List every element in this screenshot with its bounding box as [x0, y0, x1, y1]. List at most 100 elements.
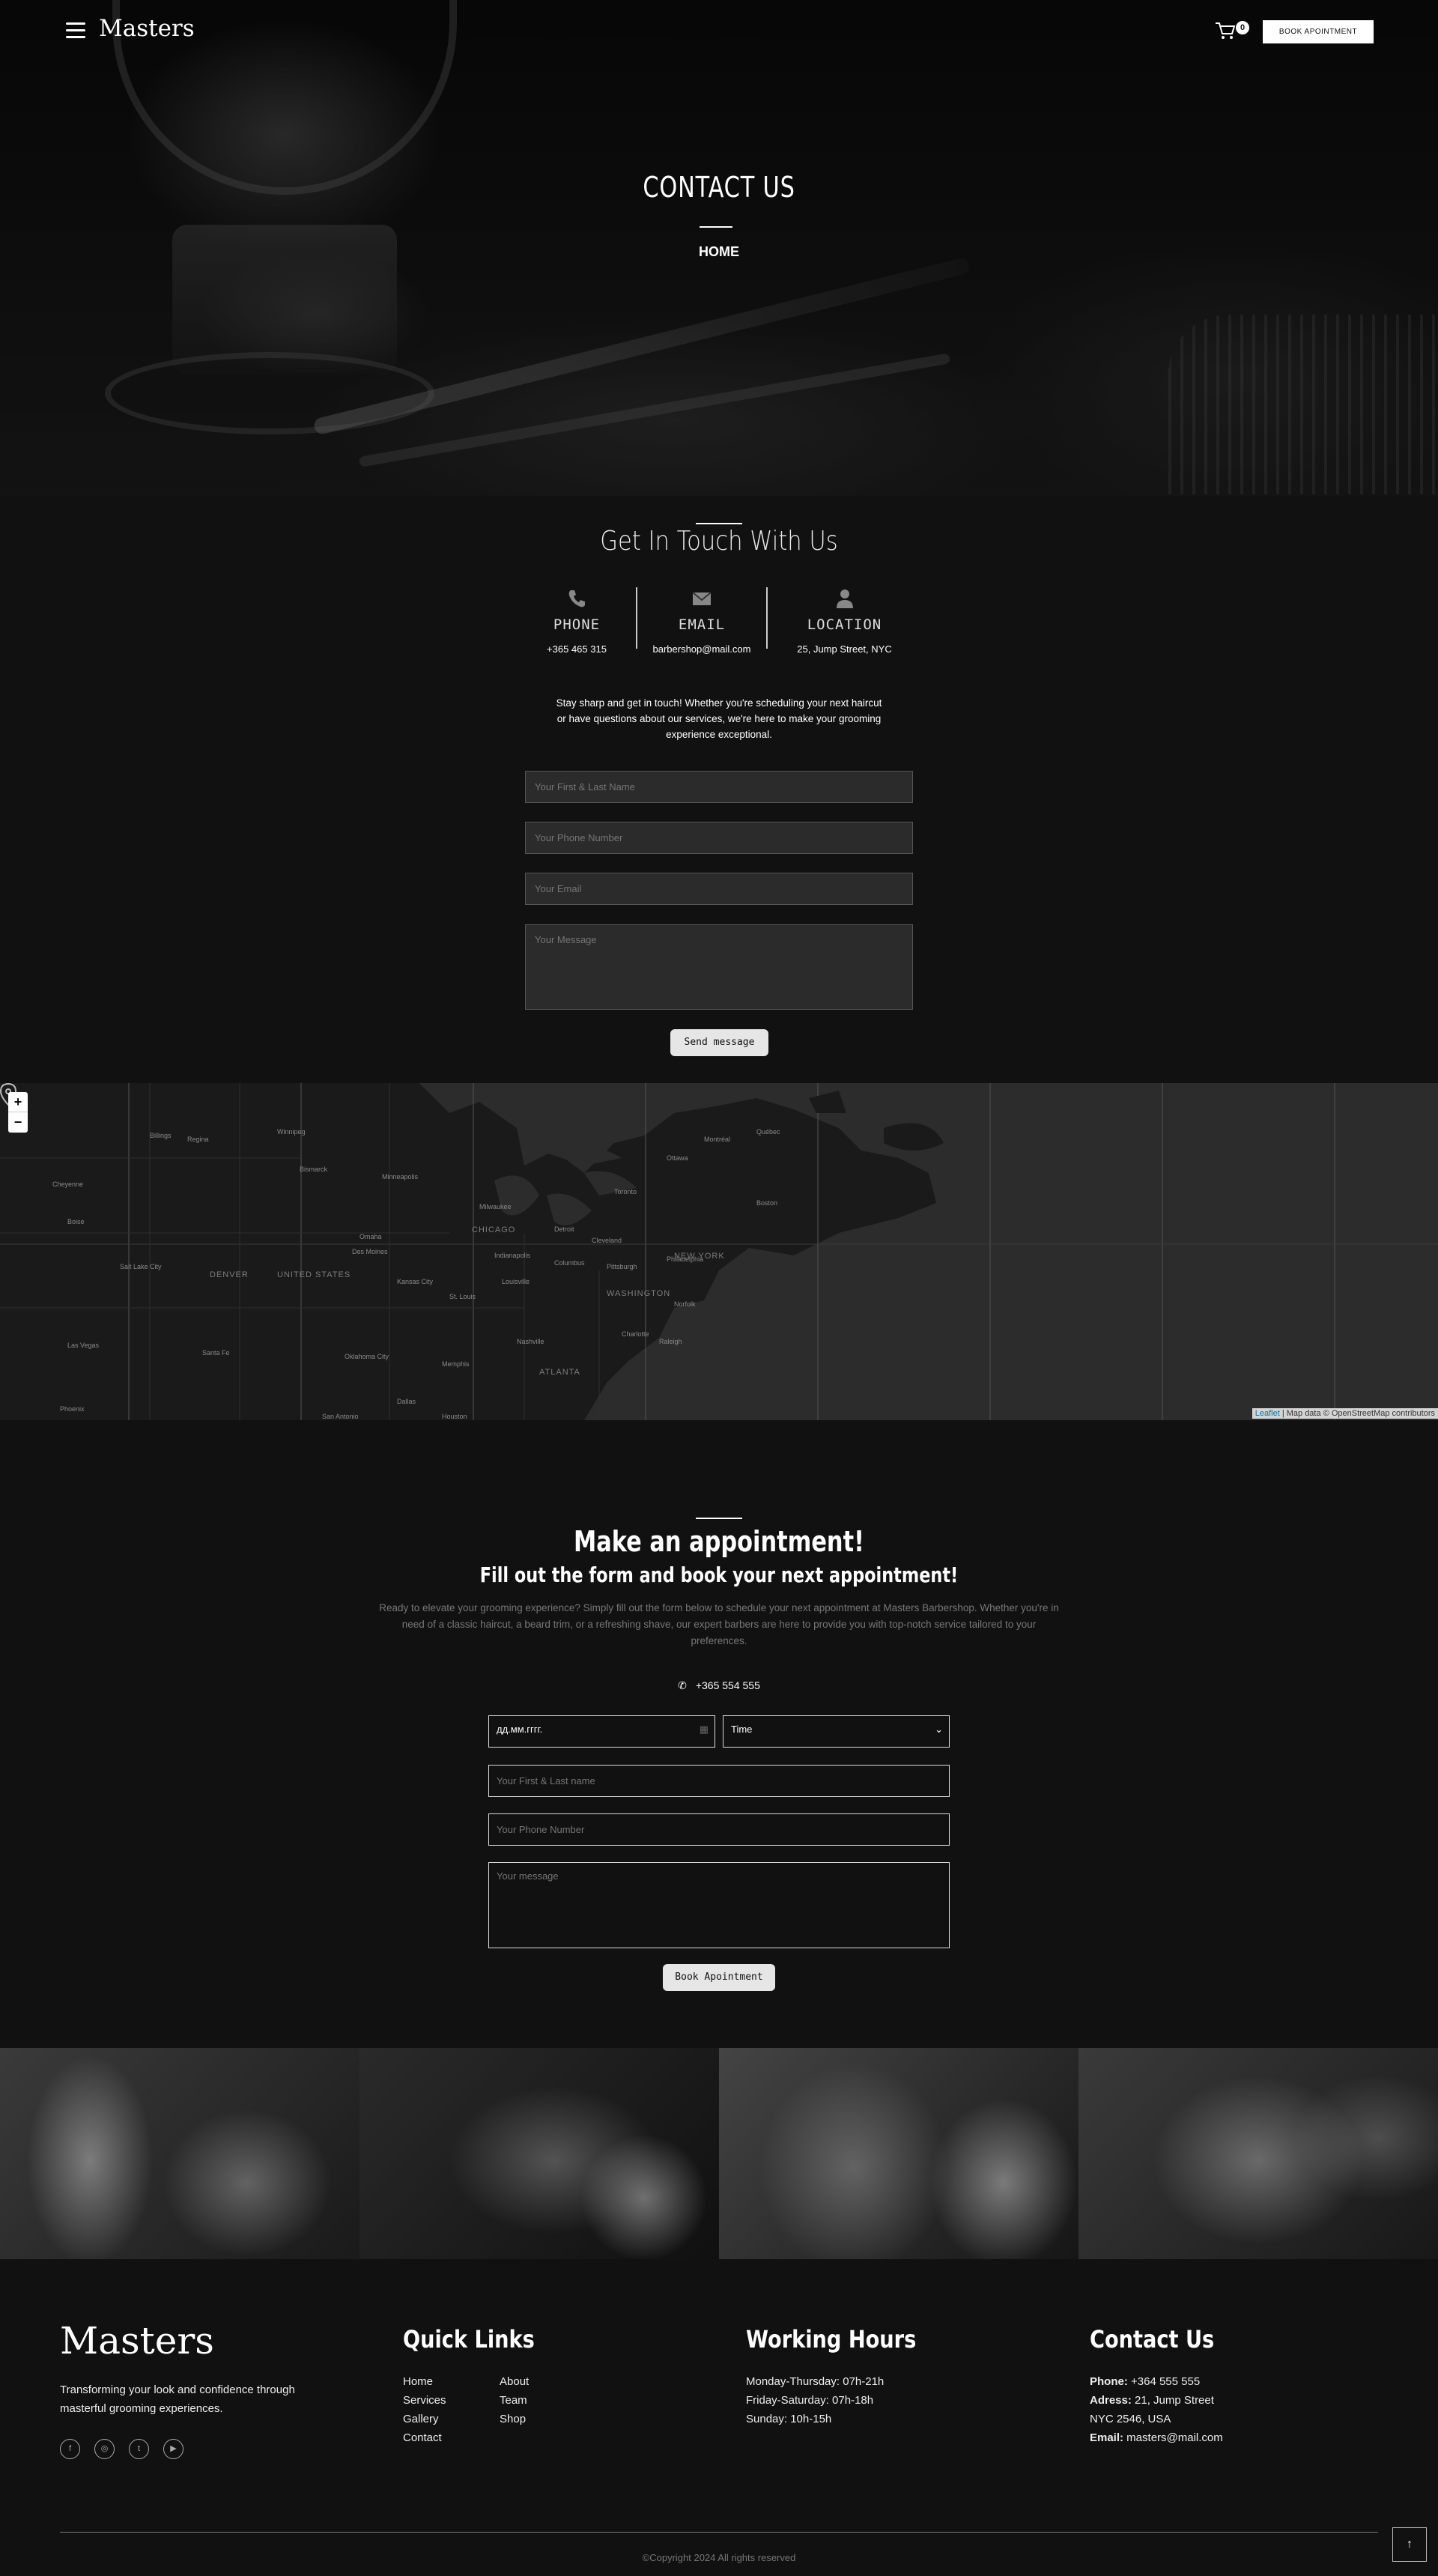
phone-value[interactable]: +365 465 315 [539, 643, 614, 655]
gallery-image[interactable] [1078, 2048, 1438, 2259]
map-label: Norfolk [674, 1300, 696, 1308]
site-logo[interactable]: Masters [99, 15, 195, 42]
cart-icon[interactable] [1215, 21, 1236, 40]
footer-link-shop[interactable]: Shop [500, 2413, 526, 2425]
map-label: Boston [756, 1199, 778, 1207]
instagram-icon[interactable]: ◎ [94, 2439, 115, 2459]
phone-icon [568, 590, 585, 607]
appointment-description: Ready to elevate your grooming experienc… [379, 1602, 1059, 1646]
section-divider [696, 523, 742, 524]
breadcrumb-home[interactable]: HOME [0, 244, 1438, 260]
map-label: Minneapolis [382, 1173, 419, 1181]
map-label: Milwaukee [479, 1203, 512, 1210]
chevron-down-icon: ⌄ [935, 1724, 943, 1735]
footer-phone-value: +364 555 555 [1127, 2375, 1201, 2388]
footer-divider [60, 2532, 1378, 2533]
send-message-button[interactable]: Send message [670, 1029, 768, 1056]
section-divider [696, 1518, 742, 1519]
location-label: LOCATION [807, 616, 882, 633]
map-widget[interactable]: UNITED STATES NEW YORK CHICAGO DENVER ATLANT… [0, 1083, 1438, 1420]
calendar-icon[interactable]: ▦ [700, 1724, 709, 1736]
date-input[interactable]: дд.мм.гггг. ▦ [488, 1715, 715, 1748]
cart-count-badge: 0 [1236, 21, 1249, 34]
footer-address-line2: NYC 2546, USA [1090, 2413, 1171, 2425]
map-label: Salt Lake City [120, 1263, 162, 1270]
phone-icon: ✆ [678, 1679, 687, 1691]
map-label: Billings [150, 1132, 172, 1139]
gallery-strip [0, 2048, 1438, 2259]
map-zoom-control: + − [8, 1092, 28, 1133]
contact-email-block: EMAIL barbershop@mail.com [646, 587, 758, 655]
footer-logo[interactable]: Masters [60, 2319, 214, 2363]
hours-weekend: Friday-Saturday: 07h-18h [746, 2394, 874, 2407]
contact-title: Get In Touch With Us [600, 526, 838, 557]
youtube-icon[interactable]: ▶ [163, 2439, 183, 2459]
name-input[interactable] [525, 771, 913, 803]
info-separator [766, 587, 768, 649]
map-label: Charlotte [622, 1330, 649, 1338]
footer-link-contact[interactable]: Contact [403, 2431, 442, 2444]
appointment-name-input[interactable] [488, 1765, 950, 1797]
map-label: Nashville [517, 1338, 544, 1345]
map-label: WASHINGTON [607, 1289, 671, 1298]
appointment-phone[interactable]: ✆ +365 554 555 [0, 1679, 1438, 1692]
map-label: ATLANTA [539, 1368, 580, 1377]
hero-banner: Masters 0 BOOK APOINTMENT CONTACT US HOM… [0, 0, 1438, 496]
footer-address-label: Adress: [1090, 2394, 1132, 2407]
scroll-to-top-button[interactable]: ↑ [1392, 2527, 1427, 2562]
menu-icon[interactable] [66, 22, 85, 39]
map-label: Boise [67, 1218, 85, 1225]
map-label: Montréal [704, 1136, 731, 1143]
map-label: Ottawa [667, 1154, 688, 1162]
leaflet-link[interactable]: Leaflet [1255, 1409, 1280, 1418]
hours-sunday: Sunday: 10h-15h [746, 2413, 832, 2425]
map-label: Québec [756, 1128, 780, 1136]
gallery-image[interactable] [360, 2048, 719, 2259]
map-label: Houston [442, 1413, 467, 1420]
zoom-in-button[interactable]: + [8, 1092, 28, 1112]
book-appointment-button[interactable]: BOOK APOINTMENT [1263, 20, 1374, 43]
zoom-out-button[interactable]: − [8, 1112, 28, 1133]
footer-tagline: Transforming your look and confidence th… [60, 2383, 295, 2415]
footer-link-services[interactable]: Services [403, 2394, 446, 2407]
footer-link-team[interactable]: Team [500, 2394, 527, 2407]
map-label: Omaha [360, 1233, 382, 1240]
attribution-text: | Map data © OpenStreetMap contributors [1279, 1409, 1435, 1418]
facebook-icon[interactable]: f [60, 2439, 80, 2459]
map-label: Des Moines [352, 1248, 388, 1255]
footer-email-value[interactable]: masters@mail.com [1123, 2431, 1223, 2444]
map-label: Indianapolis [494, 1252, 531, 1259]
footer-link-about[interactable]: About [500, 2375, 529, 2388]
footer-link-home[interactable]: Home [403, 2375, 433, 2388]
map-label: Winnipeg [277, 1128, 306, 1136]
page-title: CONTACT US [643, 171, 795, 204]
email-input[interactable] [525, 873, 913, 905]
gallery-image[interactable] [719, 2048, 1078, 2259]
appointment-section: Make an appointment! Fill out the form a… [0, 1420, 1438, 2048]
footer-phone-label: Phone: [1090, 2375, 1128, 2388]
appointment-phone-input[interactable] [488, 1813, 950, 1846]
map-label: Pittsburgh [607, 1263, 637, 1270]
time-select[interactable]: Time ⌄ [723, 1715, 950, 1748]
map-label: Cheyenne [52, 1181, 84, 1188]
message-textarea[interactable] [525, 924, 913, 1010]
gallery-image[interactable] [0, 2048, 360, 2259]
contact-section: Get In Touch With Us PHONE +365 465 315 … [0, 496, 1438, 1083]
quick-links-title: Quick Links [403, 2325, 535, 2354]
footer-email-label: Email: [1090, 2431, 1124, 2444]
phone-input[interactable] [525, 822, 913, 854]
map-label: Dallas [397, 1398, 416, 1405]
copyright-text: ©Copyright 2024 All rights reserved [642, 2552, 796, 2563]
map-label: Kansas City [397, 1278, 434, 1285]
map-label: Philadelphia [667, 1255, 704, 1263]
email-value[interactable]: barbershop@mail.com [646, 643, 758, 655]
twitter-icon[interactable]: t [129, 2439, 149, 2459]
map-label: Santa Fe [202, 1349, 230, 1357]
book-appointment-submit[interactable]: Book Apointment [663, 1964, 775, 1991]
appointment-message-textarea[interactable] [488, 1862, 950, 1948]
footer-link-gallery[interactable]: Gallery [403, 2413, 439, 2425]
email-label: EMAIL [678, 616, 726, 633]
map-label: Columbus [554, 1259, 585, 1267]
contact-location-block: LOCATION 25, Jump Street, NYC [786, 587, 902, 655]
map-label: San Antonio [322, 1413, 359, 1420]
